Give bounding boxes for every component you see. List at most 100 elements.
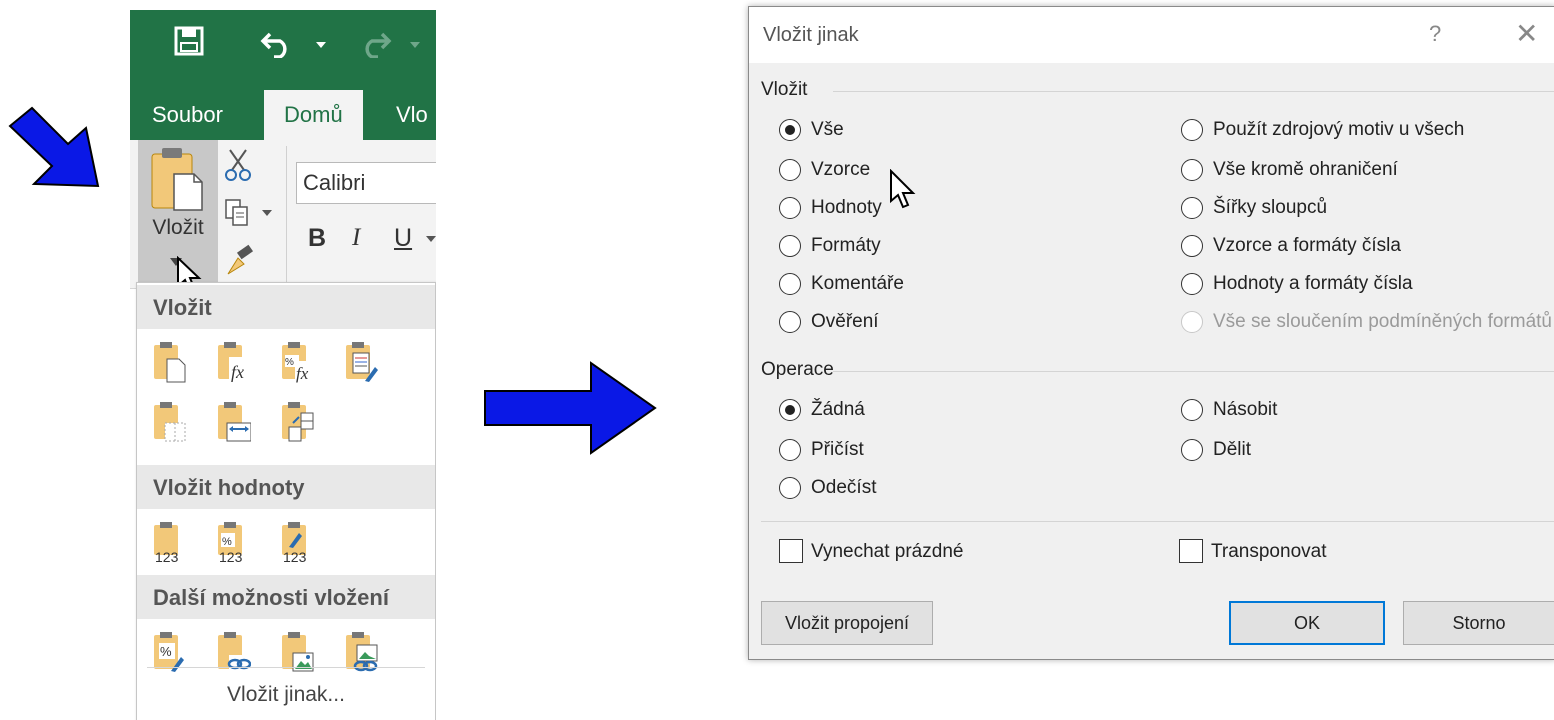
radio-label: Žádná <box>811 399 865 420</box>
menu-section-other-paste: Další možnosti vložení <box>137 575 435 619</box>
quick-access-toolbar <box>130 10 436 80</box>
ribbon-tabs: Soubor Domů Vlo <box>130 80 436 140</box>
right-arrow-icon <box>483 361 658 455</box>
radio-indicator[interactable] <box>1181 159 1203 181</box>
bold-button[interactable]: B <box>308 224 326 253</box>
radio-indicator[interactable] <box>779 439 801 461</box>
svg-text:fx: fx <box>231 362 244 382</box>
menu-section-label: Vložit <box>153 295 212 320</box>
excel-window: Soubor Domů Vlo Vložit Calibri B I U Vlo… <box>130 10 436 720</box>
radio-label: Vzorce a formáty čísla <box>1213 235 1401 256</box>
radio-indicator[interactable] <box>779 159 801 181</box>
tab-insert[interactable]: Vlo <box>396 90 428 140</box>
radio-indicator[interactable] <box>1181 399 1203 421</box>
cancel-button[interactable]: Storno <box>1403 601 1554 645</box>
ribbon-separator <box>286 146 287 282</box>
paste-values-number-format-icon[interactable]: % 123 <box>217 521 251 563</box>
diagonal-arrow-icon <box>8 104 108 190</box>
underline-button[interactable]: U <box>394 224 412 253</box>
radio-label: Formáty <box>811 235 881 256</box>
dialog-title: Vložit jinak <box>763 24 859 46</box>
menu-section-paste: Vložit <box>137 285 435 329</box>
underline-dropdown-icon[interactable] <box>426 236 436 244</box>
tab-file[interactable]: Soubor <box>152 90 223 140</box>
paste-keep-column-widths-icon[interactable] <box>217 401 251 443</box>
svg-text:%: % <box>285 357 294 368</box>
copy-icon[interactable] <box>224 198 250 228</box>
section-divider <box>761 521 1554 522</box>
radio-indicator[interactable] <box>779 235 801 257</box>
dialog-titlebar: Vložit jinak ? ✕ <box>749 7 1554 63</box>
checkbox-indicator[interactable] <box>779 539 803 563</box>
menu-section-label: Další možnosti vložení <box>153 585 389 610</box>
paste-formulas-number-format-icon[interactable]: % fx <box>281 341 315 383</box>
radio-label: Vše <box>811 119 844 140</box>
radio-label: Vše kromě ohraničení <box>1213 159 1398 180</box>
radio-indicator[interactable] <box>779 273 801 295</box>
ok-button[interactable]: OK <box>1229 601 1385 645</box>
radio-label: Komentáře <box>811 273 904 294</box>
svg-text:%: % <box>222 536 232 548</box>
paste-clipboard-icon <box>151 148 203 211</box>
menu-divider <box>147 667 425 668</box>
radio-indicator <box>1181 311 1203 333</box>
format-painter-icon[interactable] <box>224 244 258 278</box>
scissors-icon[interactable] <box>224 148 252 182</box>
undo-icon[interactable] <box>260 30 294 58</box>
radio-label: Přičíst <box>811 439 864 460</box>
checkbox-label: Vynechat prázdné <box>811 541 964 562</box>
help-button[interactable]: ? <box>1429 21 1441 47</box>
paste-keep-source-formatting-icon[interactable] <box>345 341 379 383</box>
tab-home[interactable]: Domů <box>264 90 363 140</box>
close-button[interactable]: ✕ <box>1515 17 1538 50</box>
paste-no-borders-icon[interactable] <box>153 401 187 443</box>
radio-indicator[interactable] <box>779 477 801 499</box>
menu-section-paste-values: Vložit hodnoty <box>137 465 435 509</box>
svg-text:fx: fx <box>296 364 309 383</box>
paste-formulas-icon[interactable]: fx <box>217 341 251 383</box>
radio-indicator[interactable] <box>779 197 801 219</box>
checkbox-indicator[interactable] <box>1179 539 1203 563</box>
paste-special-link[interactable]: Vložit jinak... <box>137 683 435 707</box>
operation-group-label: Operace <box>761 359 834 380</box>
font-name-box[interactable]: Calibri <box>296 162 436 204</box>
paste-options-menu: Vložit fx % fx Vložit hodnoty 123 % 123 … <box>136 282 436 720</box>
group-divider <box>833 371 1554 372</box>
radio-indicator[interactable] <box>1181 273 1203 295</box>
paste-values-source-formatting-icon[interactable]: 123 <box>281 521 315 563</box>
radio-label: Vše se sloučením podmíněných formátů <box>1213 311 1553 332</box>
paste-transpose-icon[interactable] <box>281 401 315 443</box>
copy-dropdown-icon[interactable] <box>262 210 272 218</box>
paste-all-icon[interactable] <box>153 341 187 383</box>
radio-label: Násobit <box>1213 399 1278 420</box>
radio-label: Odečíst <box>811 477 877 498</box>
paste-group-label: Vložit <box>761 79 808 100</box>
radio-indicator[interactable] <box>779 119 801 141</box>
radio-label: Použít zdrojový motiv u všech <box>1213 119 1465 140</box>
italic-button[interactable]: I <box>352 224 360 252</box>
radio-label: Šířky sloupců <box>1213 197 1328 218</box>
radio-label: Hodnoty a formáty čísla <box>1213 273 1413 294</box>
radio-indicator[interactable] <box>1181 235 1203 257</box>
radio-indicator[interactable] <box>779 311 801 333</box>
radio-indicator[interactable] <box>1181 439 1203 461</box>
group-divider <box>833 91 1554 92</box>
svg-text:%: % <box>160 644 172 659</box>
paste-link-button[interactable]: Vložit propojení <box>761 601 933 645</box>
undo-dropdown-icon[interactable] <box>316 42 326 50</box>
radio-label: Ověření <box>811 311 879 332</box>
radio-merge-conditional-formats: Vše se sloučením podmíněných formátů <box>1181 309 1553 337</box>
paste-values-icon[interactable]: 123 <box>153 521 187 563</box>
checkbox-label: Transponovat <box>1211 541 1327 562</box>
mouse-cursor-icon <box>890 169 916 209</box>
radio-indicator[interactable] <box>1181 119 1203 141</box>
paste-label: Vložit <box>152 216 204 239</box>
radio-label: Dělit <box>1213 439 1252 460</box>
svg-text:123: 123 <box>283 549 307 563</box>
radio-indicator[interactable] <box>779 399 801 421</box>
radio-indicator[interactable] <box>1181 197 1203 219</box>
radio-label: Vzorce <box>811 159 871 180</box>
redo-icon <box>365 32 392 58</box>
save-icon[interactable] <box>174 26 204 56</box>
svg-text:123: 123 <box>219 549 243 563</box>
